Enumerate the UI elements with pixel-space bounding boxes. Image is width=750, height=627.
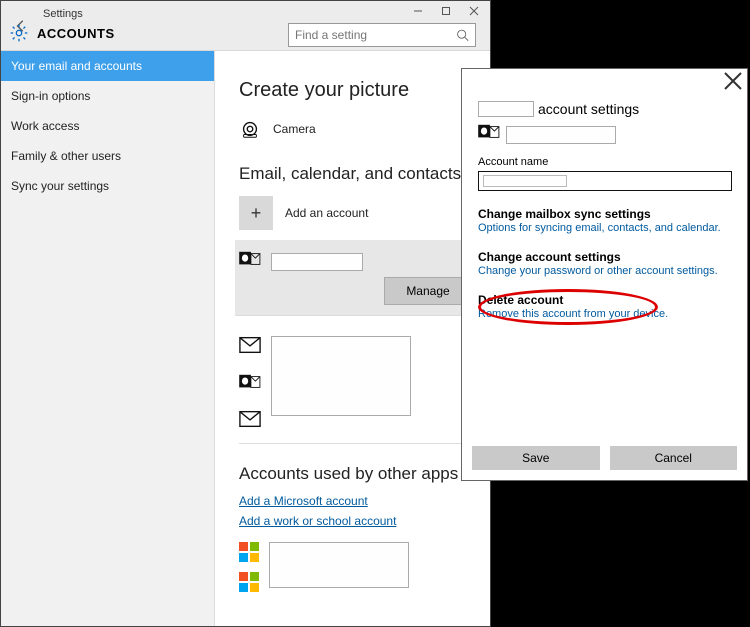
maximize-icon: [441, 6, 451, 16]
dialog-body: account settings Account name Change mai…: [478, 101, 731, 434]
sidebar-item-label: Work access: [11, 119, 79, 133]
close-button[interactable]: [460, 1, 488, 21]
save-label: Save: [522, 451, 549, 465]
plus-icon: +: [251, 203, 262, 224]
delete-account-section[interactable]: Delete account Remove this account from …: [478, 293, 731, 320]
manage-label: Manage: [406, 284, 449, 298]
redacted-account-list: [271, 336, 411, 416]
settings-window: Settings ACCOUNTS Your e: [0, 0, 491, 627]
minimize-icon: [413, 6, 423, 16]
sidebar: Your email and accounts Sign-in options …: [1, 51, 215, 626]
window-title: Settings: [43, 8, 83, 20]
section-title: Change mailbox sync settings: [478, 207, 731, 221]
account-block[interactable]: [239, 324, 472, 444]
search-box[interactable]: [288, 23, 476, 47]
dialog-title: account settings: [538, 101, 639, 117]
other-apps-heading: Accounts used by other apps: [239, 464, 472, 484]
change-account-section[interactable]: Change account settings Change your pass…: [478, 250, 731, 277]
add-account-row[interactable]: + Add an account: [239, 194, 472, 232]
header: ACCOUNTS: [9, 23, 115, 43]
account-name-label: Account name: [478, 156, 731, 168]
section-title: Delete account: [478, 293, 731, 307]
sidebar-item-signin[interactable]: Sign-in options: [1, 81, 214, 111]
redacted-email: [506, 126, 616, 144]
microsoft-logo-icon: [239, 572, 259, 592]
sidebar-item-sync[interactable]: Sync your settings: [1, 171, 214, 201]
sidebar-item-label: Sync your settings: [11, 179, 109, 193]
dialog-close-button[interactable]: [723, 71, 743, 91]
camera-row[interactable]: Camera: [239, 114, 472, 144]
redacted-account-name: [478, 101, 534, 117]
search-icon: [456, 28, 469, 42]
microsoft-logo-icon: [239, 542, 259, 562]
sidebar-item-work[interactable]: Work access: [1, 111, 214, 141]
window-controls: [404, 1, 488, 21]
sidebar-item-email-accounts[interactable]: Your email and accounts: [1, 51, 214, 81]
section-title: Change account settings: [478, 250, 731, 264]
add-work-account-link[interactable]: Add a work or school account: [239, 514, 472, 528]
outlook-icon: [478, 123, 500, 146]
account-name-input[interactable]: [478, 171, 732, 191]
account-block[interactable]: Manage: [235, 240, 478, 316]
redacted-account-name: [271, 253, 363, 271]
maximize-button[interactable]: [432, 1, 460, 21]
sidebar-item-label: Family & other users: [11, 149, 121, 163]
envelope-icon: [239, 410, 261, 433]
account-settings-dialog: account settings Account name Change mai…: [461, 68, 748, 481]
envelope-icon: [239, 336, 261, 359]
cancel-button[interactable]: Cancel: [610, 446, 738, 470]
redacted-input-value: [483, 175, 567, 187]
main-body: Your email and accounts Sign-in options …: [1, 51, 490, 626]
outlook-icon: [239, 250, 261, 273]
cancel-label: Cancel: [655, 451, 692, 465]
sidebar-item-label: Sign-in options: [11, 89, 90, 103]
dialog-buttons: Save Cancel: [472, 446, 737, 470]
camera-label: Camera: [273, 122, 316, 136]
sidebar-item-label: Your email and accounts: [11, 59, 142, 73]
close-icon: [723, 71, 743, 91]
section-subtitle: Remove this account from your device.: [478, 308, 731, 320]
gear-icon: [9, 23, 29, 43]
add-account-button[interactable]: +: [239, 196, 273, 230]
search-input[interactable]: [289, 26, 456, 44]
titlebar: Settings ACCOUNTS: [1, 1, 490, 51]
close-icon: [469, 6, 479, 16]
manage-button[interactable]: Manage: [384, 277, 472, 305]
email-heading: Email, calendar, and contacts: [239, 164, 472, 184]
section-subtitle: Change your password or other account se…: [478, 265, 731, 277]
save-button[interactable]: Save: [472, 446, 600, 470]
add-account-label: Add an account: [285, 206, 368, 220]
redacted-other-accounts: [269, 542, 409, 588]
sidebar-item-family[interactable]: Family & other users: [1, 141, 214, 171]
content: Create your picture Camera Email, calend…: [215, 51, 490, 626]
add-ms-account-link[interactable]: Add a Microsoft account: [239, 494, 472, 508]
camera-icon: [239, 118, 261, 140]
minimize-button[interactable]: [404, 1, 432, 21]
sync-settings-section[interactable]: Change mailbox sync settings Options for…: [478, 207, 731, 234]
outlook-icon: [239, 373, 261, 396]
section-subtitle: Options for syncing email, contacts, and…: [478, 222, 731, 234]
page-title: ACCOUNTS: [37, 26, 115, 41]
picture-heading: Create your picture: [239, 79, 472, 102]
